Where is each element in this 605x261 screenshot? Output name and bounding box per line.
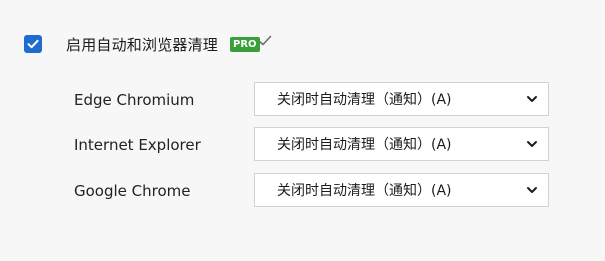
- browser-name: Edge Chromium: [74, 91, 195, 109]
- pro-badge-text: PRO: [230, 36, 260, 52]
- pro-badge: PRO: [230, 35, 272, 52]
- chevron-down-icon: [527, 96, 537, 102]
- pro-check-icon: [258, 35, 271, 46]
- auto-clean-checkbox[interactable]: [24, 35, 42, 53]
- browser-row-ie: Internet Explorer 关闭时自动清理（通知）(A): [74, 127, 550, 163]
- browser-name: Google Chrome: [74, 182, 191, 200]
- dropdown-selected-value: 关闭时自动清理（通知）(A): [277, 183, 452, 199]
- checkmark-icon: [27, 39, 39, 49]
- dropdown-selected-value: 关闭时自动清理（通知）(A): [277, 137, 452, 153]
- auto-clean-label[interactable]: 启用自动和浏览器清理: [66, 34, 218, 55]
- chevron-down-icon: [527, 187, 537, 193]
- ie-cleanup-dropdown[interactable]: 关闭时自动清理（通知）(A): [254, 127, 549, 161]
- browser-name: Internet Explorer: [74, 136, 201, 154]
- chrome-cleanup-dropdown[interactable]: 关闭时自动清理（通知）(A): [254, 173, 549, 207]
- chevron-down-icon: [527, 141, 537, 147]
- edge-cleanup-dropdown[interactable]: 关闭时自动清理（通知）(A): [254, 82, 549, 116]
- browser-cleanup-settings-panel: 启用自动和浏览器清理 PRO Edge Chromium 关闭时自动清理（通知）…: [0, 0, 605, 261]
- auto-clean-row: 启用自动和浏览器清理 PRO: [24, 33, 272, 55]
- dropdown-selected-value: 关闭时自动清理（通知）(A): [277, 92, 452, 108]
- browser-row-chrome: Google Chrome 关闭时自动清理（通知）(A): [74, 173, 550, 209]
- browser-row-edge: Edge Chromium 关闭时自动清理（通知）(A): [74, 82, 550, 118]
